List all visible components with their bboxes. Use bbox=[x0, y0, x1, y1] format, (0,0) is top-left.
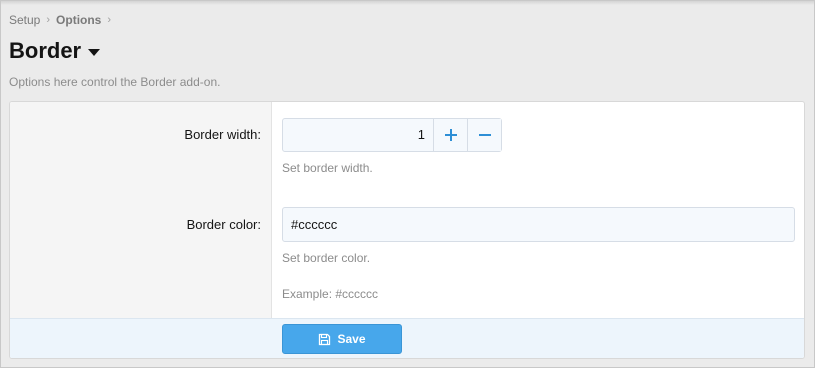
border-color-example: Example: #cccccc bbox=[282, 287, 379, 301]
border-width-input[interactable]: 1 bbox=[283, 119, 433, 151]
caret-down-icon[interactable] bbox=[88, 48, 101, 56]
page-title-text: Border bbox=[9, 38, 82, 63]
label-column: Border width: Border color: bbox=[10, 102, 272, 318]
breadcrumb-setup[interactable]: Setup bbox=[9, 13, 40, 27]
border-color-input[interactable]: #cccccc bbox=[282, 207, 795, 242]
breadcrumb: Setup › Options › bbox=[9, 13, 117, 27]
breadcrumb-separator: › bbox=[46, 14, 51, 26]
border-color-hint: Set border color. bbox=[282, 251, 371, 265]
options-panel: Border width: Border color: 1 Set border… bbox=[9, 101, 805, 359]
border-width-hint: Set border width. bbox=[282, 161, 373, 175]
border-color-label: Border color: bbox=[186, 217, 261, 232]
form-footer: Save bbox=[10, 318, 804, 358]
border-width-stepper: 1 bbox=[282, 118, 502, 152]
floppy-disk-icon bbox=[318, 333, 331, 346]
border-width-label: Border width: bbox=[184, 127, 261, 142]
save-button[interactable]: Save bbox=[282, 324, 402, 354]
increment-button[interactable] bbox=[433, 119, 467, 151]
save-button-label: Save bbox=[337, 332, 366, 346]
top-shadow bbox=[1, 1, 814, 5]
decrement-button[interactable] bbox=[467, 119, 501, 151]
page-description: Options here control the Border add-on. bbox=[9, 75, 221, 89]
page-title[interactable]: Border bbox=[9, 38, 101, 64]
breadcrumb-options[interactable]: Options bbox=[56, 13, 101, 27]
breadcrumb-separator: › bbox=[107, 14, 112, 26]
